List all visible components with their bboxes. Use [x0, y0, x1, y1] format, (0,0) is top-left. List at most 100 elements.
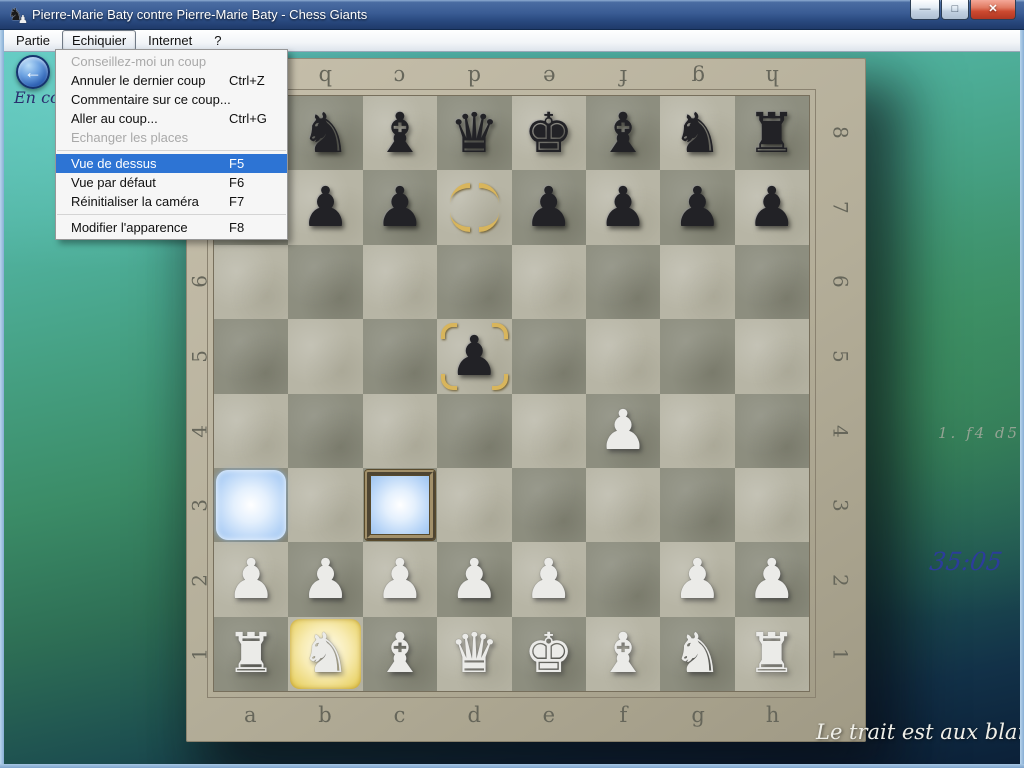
dropdown-item-vue-par-d-faut[interactable]: Vue par défautF6: [56, 173, 287, 192]
square-c5[interactable]: [363, 319, 437, 393]
dropdown-item-echanger-les-places[interactable]: Echanger les places: [56, 128, 287, 147]
square-f8[interactable]: ♝: [586, 96, 660, 170]
square-b3[interactable]: [288, 468, 362, 542]
square-h5[interactable]: [735, 319, 809, 393]
last-move-from-marker: [479, 212, 499, 232]
square-b4[interactable]: [288, 394, 362, 468]
window-title: Pierre-Marie Baty contre Pierre-Marie Ba…: [32, 7, 367, 22]
piece-white-rook: ♜: [747, 626, 796, 681]
square-e1[interactable]: ♚: [512, 617, 586, 691]
square-h4[interactable]: [735, 394, 809, 468]
square-d2[interactable]: ♟: [437, 542, 511, 616]
menu-item-?[interactable]: ?: [204, 30, 231, 51]
square-f7[interactable]: ♟: [586, 170, 660, 244]
square-h7[interactable]: ♟: [735, 170, 809, 244]
square-d1[interactable]: ♛: [437, 617, 511, 691]
file-label-bottom-h: h: [735, 700, 810, 736]
application-window: ♞ ♟ Pierre-Marie Baty contre Pierre-Mari…: [0, 0, 1024, 768]
dropdown-item-conseillez-moi-un-coup[interactable]: Conseillez-moi un coup: [56, 52, 287, 71]
square-g6[interactable]: [660, 245, 734, 319]
square-b8[interactable]: ♞: [288, 96, 362, 170]
square-e4[interactable]: [512, 394, 586, 468]
square-e6[interactable]: [512, 245, 586, 319]
square-b6[interactable]: [288, 245, 362, 319]
square-c6[interactable]: [363, 245, 437, 319]
square-g4[interactable]: [660, 394, 734, 468]
menu-separator: [57, 150, 286, 151]
square-c4[interactable]: [363, 394, 437, 468]
dropdown-item-shortcut: F6: [229, 175, 281, 190]
back-button[interactable]: ←: [16, 55, 50, 89]
square-h1[interactable]: ♜: [735, 617, 809, 691]
square-g2[interactable]: ♟: [660, 542, 734, 616]
piece-white-pawn: ♟: [301, 552, 350, 607]
file-label-bottom-e: e: [512, 700, 587, 736]
square-d4[interactable]: [437, 394, 511, 468]
square-d3[interactable]: [437, 468, 511, 542]
square-a5[interactable]: [214, 319, 288, 393]
window-border-left: [0, 30, 4, 768]
square-f4[interactable]: ♟: [586, 394, 660, 468]
square-g1[interactable]: ♞: [660, 617, 734, 691]
square-a3[interactable]: [214, 468, 288, 542]
rank-label-right-7: 7: [803, 187, 878, 227]
square-c2[interactable]: ♟: [363, 542, 437, 616]
square-d5[interactable]: ♟: [437, 319, 511, 393]
square-e2[interactable]: ♟: [512, 542, 586, 616]
dropdown-item-annuler-le-dernier-coup[interactable]: Annuler le dernier coupCtrl+Z: [56, 71, 287, 90]
square-g5[interactable]: [660, 319, 734, 393]
square-h6[interactable]: [735, 245, 809, 319]
menu-item-internet[interactable]: Internet: [138, 30, 202, 51]
dropdown-item-vue-de-dessus[interactable]: Vue de dessusF5: [56, 154, 287, 173]
menu-item-echiquier[interactable]: Echiquier: [62, 30, 136, 51]
window-titlebar[interactable]: ♞ ♟ Pierre-Marie Baty contre Pierre-Mari…: [0, 0, 1024, 30]
square-d6[interactable]: [437, 245, 511, 319]
menu-item-partie[interactable]: Partie: [6, 30, 60, 51]
square-a4[interactable]: [214, 394, 288, 468]
square-c3[interactable]: [363, 468, 437, 542]
piece-black-king: ♚: [524, 106, 573, 161]
square-h3[interactable]: [735, 468, 809, 542]
square-d7[interactable]: [437, 170, 511, 244]
window-border-right: [1020, 30, 1024, 768]
dropdown-item-label: Conseillez-moi un coup: [71, 54, 229, 69]
square-b5[interactable]: [288, 319, 362, 393]
square-f1[interactable]: ♝: [586, 617, 660, 691]
last-move-to-marker: [492, 374, 508, 390]
square-f6[interactable]: [586, 245, 660, 319]
dropdown-item-label: Commentaire sur ce coup...: [71, 92, 231, 107]
dropdown-item-aller-au-coup[interactable]: Aller au coup...Ctrl+G: [56, 109, 287, 128]
square-a6[interactable]: [214, 245, 288, 319]
square-d8[interactable]: ♛: [437, 96, 511, 170]
file-label-top-h: h: [735, 64, 810, 92]
square-g3[interactable]: [660, 468, 734, 542]
maximize-button[interactable]: □: [941, 0, 969, 20]
square-c1[interactable]: ♝: [363, 617, 437, 691]
square-g8[interactable]: ♞: [660, 96, 734, 170]
square-a1[interactable]: ♜: [214, 617, 288, 691]
square-c7[interactable]: ♟: [363, 170, 437, 244]
square-f3[interactable]: [586, 468, 660, 542]
square-e8[interactable]: ♚: [512, 96, 586, 170]
square-a2[interactable]: ♟: [214, 542, 288, 616]
square-b1[interactable]: ♞: [288, 617, 362, 691]
square-b2[interactable]: ♟: [288, 542, 362, 616]
square-g7[interactable]: ♟: [660, 170, 734, 244]
file-label-bottom-d: d: [437, 700, 512, 736]
square-c8[interactable]: ♝: [363, 96, 437, 170]
square-b7[interactable]: ♟: [288, 170, 362, 244]
minimize-button[interactable]: —: [910, 0, 940, 20]
square-h8[interactable]: ♜: [735, 96, 809, 170]
square-e3[interactable]: [512, 468, 586, 542]
square-f2[interactable]: [586, 542, 660, 616]
square-f5[interactable]: [586, 319, 660, 393]
square-e7[interactable]: ♟: [512, 170, 586, 244]
hovered-move-target-highlight: [365, 470, 435, 540]
dropdown-item-r-initialiser-la-cam-ra[interactable]: Réinitialiser la caméraF7: [56, 192, 287, 211]
dropdown-item-commentaire-sur-ce-coup[interactable]: Commentaire sur ce coup...: [56, 90, 287, 109]
dropdown-item-modifier-l-apparence[interactable]: Modifier l'apparenceF8: [56, 218, 287, 237]
piece-white-king: ♚: [524, 626, 573, 681]
close-button[interactable]: ✕: [970, 0, 1016, 20]
square-h2[interactable]: ♟: [735, 542, 809, 616]
square-e5[interactable]: [512, 319, 586, 393]
